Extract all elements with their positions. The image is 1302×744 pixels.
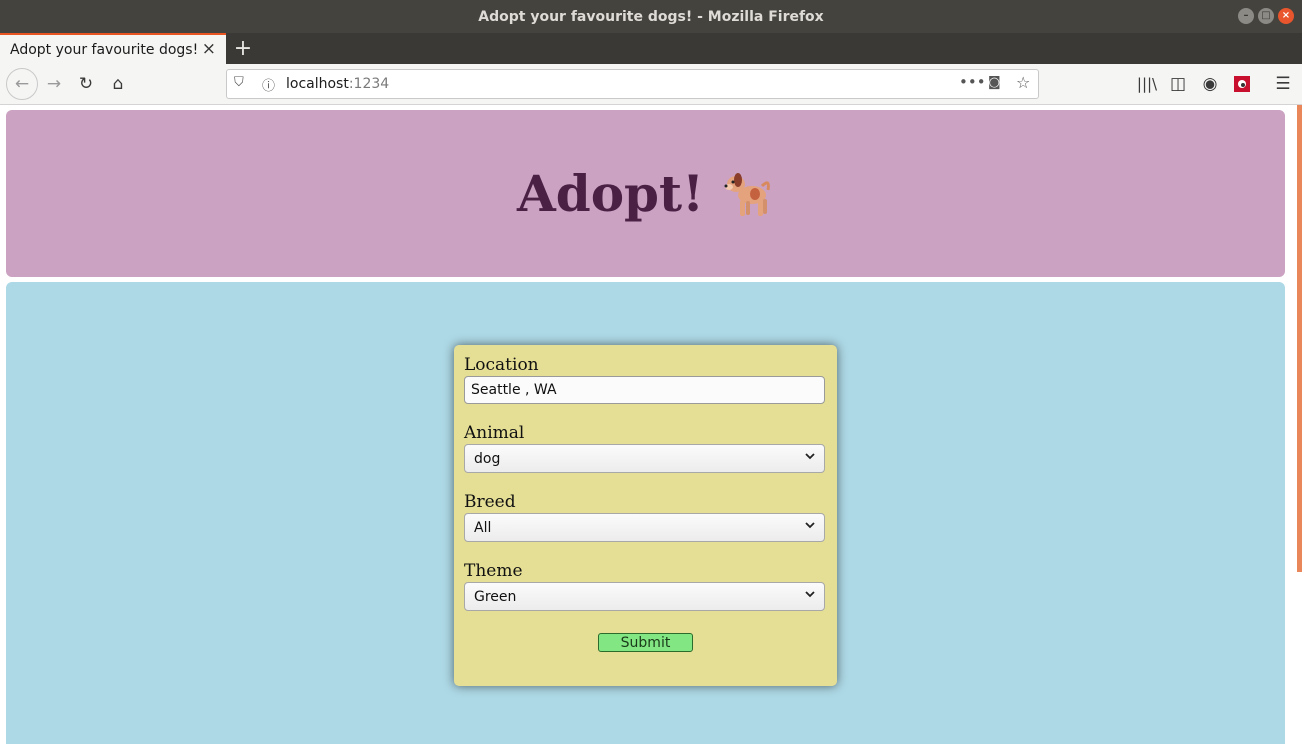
animal-selected-value: dog xyxy=(474,450,501,467)
search-section: Location Seattle , WA Animal dog Breed A… xyxy=(6,282,1285,744)
tab-close-icon[interactable]: × xyxy=(202,39,216,59)
chevron-down-icon xyxy=(805,522,815,529)
back-arrow-icon[interactable]: ← xyxy=(6,68,38,100)
brand-title: Adopt! xyxy=(516,164,705,223)
maximize-icon[interactable]: □ xyxy=(1258,8,1274,24)
url-host: localhost xyxy=(286,76,349,92)
tab-active[interactable]: Adopt your favourite dogs! × xyxy=(0,33,226,64)
url-port: :1234 xyxy=(348,76,390,92)
pocket-icon[interactable]: ◙ xyxy=(988,75,1001,90)
animal-label: Animal xyxy=(464,423,525,443)
search-form: Location Seattle , WA Animal dog Breed A… xyxy=(454,345,837,686)
location-input[interactable]: Seattle , WA xyxy=(464,376,825,404)
forward-arrow-icon[interactable]: → xyxy=(41,72,67,96)
chevron-down-icon xyxy=(805,453,815,460)
url-bar[interactable]: ⛉ ⓘ localhost:1234 ••• ◙ ☆ xyxy=(226,69,1039,99)
url-text: localhost:1234 xyxy=(286,76,389,92)
library-icon[interactable]: |||\ xyxy=(1134,72,1160,96)
menu-icon[interactable]: ☰ xyxy=(1270,72,1296,96)
reload-icon[interactable]: ↻ xyxy=(73,72,99,96)
scrollbar[interactable] xyxy=(1297,105,1302,572)
account-icon[interactable]: ◉ xyxy=(1197,72,1223,96)
shield-icon[interactable]: ⛉ xyxy=(234,75,244,90)
breed-selected-value: All xyxy=(474,519,492,536)
theme-selected-value: Green xyxy=(474,588,517,605)
chevron-down-icon xyxy=(805,591,815,598)
animal-select[interactable]: dog xyxy=(464,444,825,473)
page-header: Adopt! xyxy=(6,110,1285,277)
submit-button[interactable]: Submit xyxy=(598,633,693,652)
dog-icon xyxy=(722,168,774,220)
theme-label: Theme xyxy=(464,561,523,581)
info-icon[interactable]: ⓘ xyxy=(262,75,275,94)
new-tab-icon[interactable]: + xyxy=(232,35,254,61)
window-controls: – □ × xyxy=(1238,8,1294,24)
more-actions-icon[interactable]: ••• xyxy=(959,73,986,91)
tab-label: Adopt your favourite dogs! xyxy=(10,41,199,58)
tab-strip: Adopt your favourite dogs! × + xyxy=(0,33,1302,64)
brand-link[interactable]: Adopt! xyxy=(517,164,774,223)
minimize-icon[interactable]: – xyxy=(1238,8,1254,24)
home-icon[interactable]: ⌂ xyxy=(105,72,131,96)
page-viewport: Adopt! Location Seattle , WA Animal dog … xyxy=(0,105,1302,744)
extension-icon[interactable] xyxy=(1229,72,1255,96)
breed-label: Breed xyxy=(464,492,516,512)
window-titlebar: Adopt your favourite dogs! - Mozilla Fir… xyxy=(0,0,1302,33)
nav-bar: ← → ↻ ⌂ ⛉ ⓘ localhost:1234 ••• ◙ ☆ |||\ … xyxy=(0,64,1302,105)
bookmark-star-icon[interactable]: ☆ xyxy=(1016,73,1030,92)
close-icon[interactable]: × xyxy=(1278,8,1294,24)
window-title: Adopt your favourite dogs! - Mozilla Fir… xyxy=(478,8,824,25)
sidebar-icon[interactable]: ◫ xyxy=(1165,72,1191,96)
location-label: Location xyxy=(464,355,539,375)
breed-select[interactable]: All xyxy=(464,513,825,542)
theme-select[interactable]: Green xyxy=(464,582,825,611)
